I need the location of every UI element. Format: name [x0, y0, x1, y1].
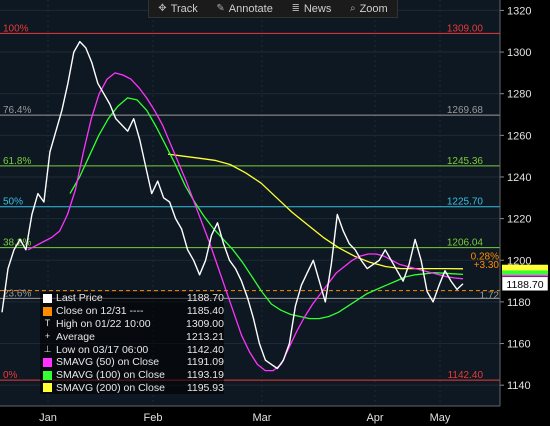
- y-tick-label: 1320: [507, 5, 531, 17]
- legend-marker-icon: ⊥: [43, 344, 52, 355]
- legend-row[interactable]: SMAVG (100) on Close 1193.19: [40, 369, 224, 382]
- news-button[interactable]: ≣ News: [291, 3, 331, 15]
- y-tick-label: 1300: [507, 47, 531, 59]
- legend-value: 1188.70: [186, 292, 224, 305]
- annotate-label: Annotate: [228, 2, 273, 15]
- chart-toolbar: ✥ Track ✎ Annotate ≣ News ⌕ Zoom: [148, 0, 398, 18]
- fib-level-pct: 50%: [3, 197, 23, 208]
- legend-label: Low on 03/17 06:00: [56, 343, 149, 356]
- legend-row[interactable]: SMAVG (200) on Close 1195.93: [40, 382, 224, 395]
- fib-level-pct: 61.8%: [3, 156, 31, 167]
- chart-legend[interactable]: Last Price 1188.70 Close on 12/31 ---- 1185…: [40, 292, 224, 395]
- fib-level-pct: 0%: [3, 370, 18, 381]
- fib-level-pct: 23.6%: [3, 288, 31, 299]
- x-tick-label: Feb: [144, 412, 163, 424]
- legend-swatch: [43, 357, 52, 367]
- legend-label: Last Price: [56, 292, 103, 305]
- fib-level-pct: 76.4%: [3, 105, 31, 116]
- y-tick-label: 1160: [507, 339, 531, 351]
- track-label: Track: [170, 2, 198, 15]
- zoom-label: Zoom: [359, 2, 388, 15]
- fib-level-value: 1309.00: [447, 23, 484, 34]
- track-button[interactable]: ✥ Track: [158, 3, 197, 15]
- pencil-icon: ✎: [216, 3, 225, 14]
- annotate-button[interactable]: ✎ Annotate: [216, 3, 272, 15]
- y-tick-label: 1260: [507, 130, 531, 142]
- news-label: News: [303, 2, 332, 15]
- change-tag: +3.30: [474, 260, 500, 271]
- last-price-tag-label: 1188.70: [506, 279, 543, 291]
- legend-swatch: [43, 306, 52, 316]
- zoom-button[interactable]: ⌕ Zoom: [350, 3, 388, 15]
- y-tick-label: 1180: [507, 297, 531, 309]
- x-tick-label: Jan: [39, 412, 57, 424]
- legend-row[interactable]: Last Price 1188.70: [40, 292, 224, 305]
- x-tick-label: May: [430, 412, 451, 424]
- fib-level-value: 1206.04: [447, 238, 484, 249]
- legend-marker-icon: T: [44, 318, 51, 329]
- fib-level-value: 1245.36: [447, 156, 484, 167]
- y-tick-label: 1280: [507, 89, 531, 101]
- y-tick-label: 1140: [507, 380, 531, 392]
- legend-value: 1191.09: [186, 356, 224, 369]
- fib-level-pct: 100%: [3, 23, 29, 34]
- legend-value: 1213.21: [186, 330, 224, 343]
- legend-row[interactable]: ⊥ Low on 03/17 06:00 1142.40: [40, 343, 224, 356]
- legend-value: 1309.00: [186, 317, 224, 330]
- legend-row[interactable]: SMAVG (50) on Close 1191.09: [40, 356, 224, 369]
- news-icon: ≣: [291, 3, 300, 14]
- legend-value: 1185.40: [186, 305, 224, 318]
- legend-label: SMAVG (50) on Close: [56, 356, 160, 369]
- legend-label: SMAVG (100) on Close: [56, 369, 165, 382]
- legend-row[interactable]: + Average 1213.21: [40, 330, 224, 343]
- magnifier-icon: ⌕: [349, 3, 356, 14]
- y-tick-label: 1220: [507, 214, 531, 226]
- legend-label: SMAVG (200) on Close: [56, 381, 165, 394]
- legend-swatch: [43, 370, 52, 380]
- track-icon: ✥: [158, 3, 167, 14]
- legend-value: 1193.19: [186, 369, 224, 382]
- legend-swatch: [43, 383, 52, 393]
- legend-label: Average: [56, 330, 95, 343]
- legend-value: 1195.93: [186, 381, 224, 394]
- legend-value: 1142.40: [186, 343, 224, 356]
- x-tick-label: Mar: [253, 412, 272, 424]
- fib-level-value: 1142.40: [448, 370, 484, 381]
- legend-row[interactable]: Close on 12/31 ---- 1185.40: [40, 305, 224, 318]
- fib-level-value: 1269.68: [447, 105, 484, 116]
- x-tick-label: Apr: [366, 412, 383, 424]
- legend-row[interactable]: T High on 01/22 10:00 1309.00: [40, 318, 224, 331]
- legend-label: High on 01/22 10:00: [56, 317, 151, 330]
- fib-level-value: 1225.70: [447, 197, 484, 208]
- legend-marker-icon: +: [44, 331, 51, 342]
- y-tick-label: 1240: [507, 172, 531, 184]
- change-tag: 1.72: [480, 290, 500, 301]
- legend-label: Close on 12/31 ----: [56, 305, 144, 318]
- legend-swatch: [43, 293, 52, 303]
